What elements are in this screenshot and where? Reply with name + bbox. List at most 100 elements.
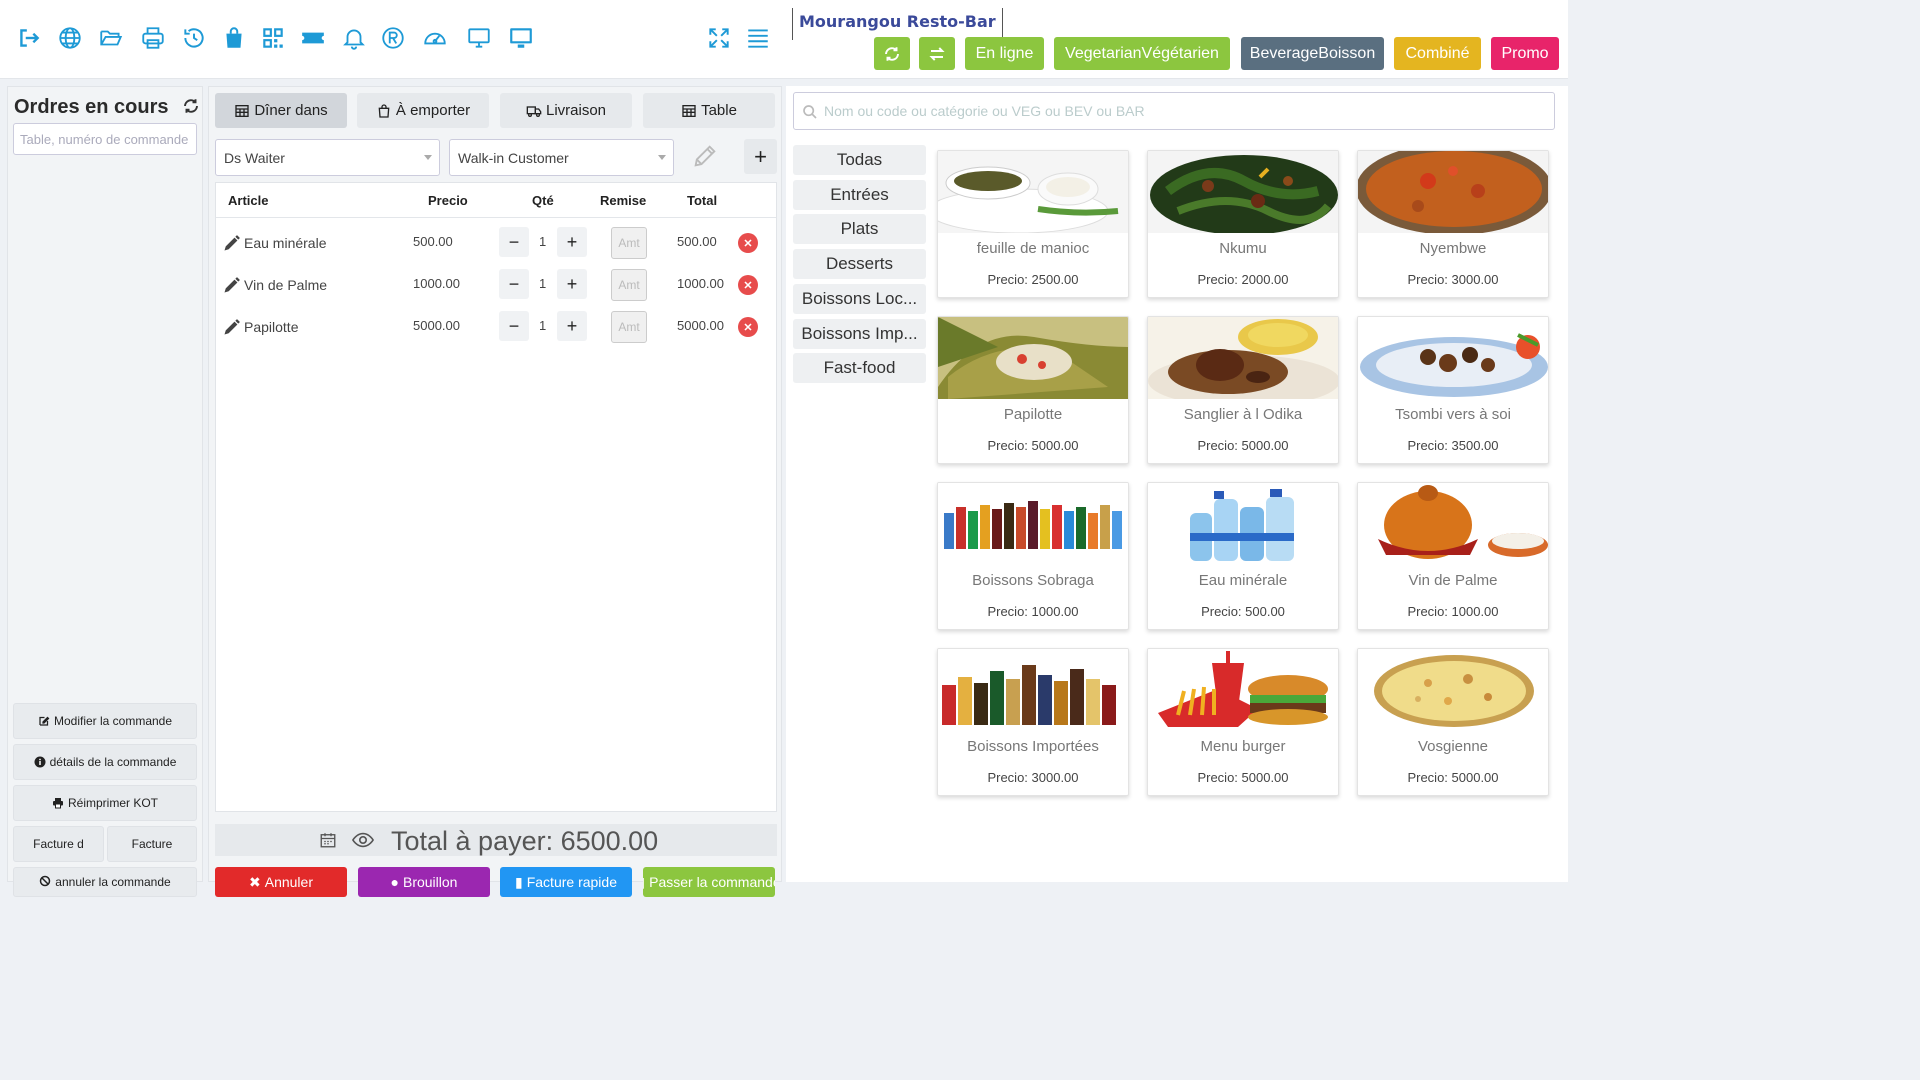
tab-delivery[interactable]: Livraison	[500, 93, 632, 128]
discount-input[interactable]: Amt	[611, 269, 647, 301]
product-card[interactable]: Boissons Sobraga Precio: 1000.00	[937, 482, 1129, 630]
exchange-icon	[929, 46, 945, 61]
product-card[interactable]: Vin de Palme Precio: 1000.00	[1357, 482, 1549, 630]
increase-qty-button[interactable]: +	[557, 227, 587, 257]
product-name: Boissons Importées	[967, 738, 1099, 755]
registered-icon[interactable]	[380, 25, 406, 51]
product-name: Nkumu	[1219, 240, 1267, 257]
category-mains[interactable]: Plats	[793, 214, 926, 244]
product-image	[1148, 483, 1338, 565]
tab-dine-in[interactable]: Dîner dans	[215, 93, 347, 128]
pencil-icon[interactable]	[222, 233, 242, 253]
product-card[interactable]: Vosgienne Precio: 5000.00	[1357, 648, 1549, 796]
menu-icon[interactable]	[745, 25, 771, 51]
product-card[interactable]: Eau minérale Precio: 500.00	[1147, 482, 1339, 630]
product-name: Vosgienne	[1417, 738, 1489, 755]
decrease-qty-button[interactable]: −	[499, 227, 529, 257]
speedometer-icon[interactable]	[422, 25, 448, 51]
cookie-icon: ●	[390, 874, 399, 890]
product-image	[1358, 483, 1548, 565]
product-price: Precio: 2500.00	[987, 272, 1079, 287]
product-price: Precio: 3000.00	[1407, 272, 1499, 287]
product-search-input[interactable]	[824, 94, 1544, 128]
pencil-icon[interactable]	[222, 317, 242, 337]
product-name: Boissons Sobraga	[972, 572, 1094, 589]
pencil-icon[interactable]	[222, 275, 242, 295]
product-card[interactable]: feuille de manioc Precio: 2500.00	[937, 150, 1129, 298]
invoice-d-button[interactable]: Facture d	[13, 826, 104, 862]
increase-qty-button[interactable]: +	[557, 269, 587, 299]
ban-icon	[40, 875, 51, 887]
combined-button[interactable]: Combiné	[1394, 37, 1481, 70]
order-details-button[interactable]: détails de la commande	[13, 744, 197, 780]
eye-icon[interactable]	[351, 830, 375, 850]
product-card[interactable]: Tsombi vers à soi Precio: 3500.00	[1357, 316, 1549, 464]
product-card[interactable]: Boissons Importées Precio: 3000.00	[937, 648, 1129, 796]
modify-order-label: Modifier la commande	[53, 714, 173, 728]
remove-item-icon[interactable]: ✕	[738, 317, 758, 337]
exchange-button[interactable]	[919, 37, 955, 70]
place-order-button[interactable]: ▮Passer la commande	[643, 867, 775, 897]
product-card[interactable]: Sanglier à l Odika Precio: 5000.00	[1147, 316, 1339, 464]
ticket-icon[interactable]	[300, 25, 326, 51]
discount-input[interactable]: Amt	[611, 227, 647, 259]
beverage-button[interactable]: BeverageBoisson	[1241, 37, 1384, 70]
bag-icon	[378, 103, 390, 118]
cancel-button[interactable]: ✖ Annuler	[215, 867, 347, 897]
product-card[interactable]: Nkumu Precio: 2000.00	[1147, 150, 1339, 298]
customer-select[interactable]: Walk-in Customer	[449, 139, 674, 176]
qr-code-icon[interactable]	[260, 25, 286, 51]
refresh-button[interactable]	[874, 37, 910, 70]
modify-order-button[interactable]: Modifier la commande	[13, 703, 197, 739]
folder-open-icon[interactable]	[98, 25, 124, 51]
remove-item-icon[interactable]: ✕	[738, 233, 758, 253]
online-button[interactable]: En ligne	[965, 37, 1044, 70]
refresh-icon[interactable]	[182, 97, 200, 115]
expand-icon[interactable]	[706, 25, 732, 51]
draft-button[interactable]: ● Brouillon	[358, 867, 490, 897]
discount-input[interactable]: Amt	[611, 311, 647, 343]
product-card[interactable]: Papilotte Precio: 5000.00	[937, 316, 1129, 464]
category-local-drinks[interactable]: Boissons Loc...	[793, 284, 926, 314]
quick-invoice-button[interactable]: ▮ Facture rapide	[500, 867, 632, 897]
product-search	[793, 92, 1555, 130]
waiter-select[interactable]: Ds Waiter	[215, 139, 440, 176]
reprint-kot-button[interactable]: Réimprimer KOT	[13, 785, 197, 821]
order-items-table: Article Precio Qté Remise Total Eau miné…	[215, 182, 777, 812]
printer-icon[interactable]	[140, 25, 166, 51]
item-name: Papilotte	[244, 319, 299, 335]
category-starters[interactable]: Entrées	[793, 180, 926, 210]
category-fast-food[interactable]: Fast-food	[793, 353, 926, 383]
decrease-qty-button[interactable]: −	[499, 311, 529, 341]
desktop-icon[interactable]	[466, 25, 492, 51]
history-icon[interactable]	[181, 25, 207, 51]
monitor-icon[interactable]	[508, 25, 534, 51]
category-all[interactable]: Todas	[793, 145, 926, 175]
sign-out-icon[interactable]	[16, 25, 42, 51]
category-desserts[interactable]: Desserts	[793, 249, 926, 279]
item-price: 1000.00	[413, 276, 460, 291]
bell-icon[interactable]	[341, 25, 367, 51]
increase-qty-button[interactable]: +	[557, 311, 587, 341]
remove-item-icon[interactable]: ✕	[738, 275, 758, 295]
promo-button[interactable]: Promo	[1491, 37, 1559, 70]
truck-icon	[526, 105, 542, 117]
draft-label: Brouillon	[402, 874, 458, 890]
shopping-bag-icon[interactable]	[221, 25, 247, 51]
product-image	[938, 649, 1128, 731]
calendar-icon[interactable]	[319, 831, 337, 849]
tab-takeaway[interactable]: À emporter	[357, 93, 489, 128]
category-imported-drinks[interactable]: Boissons Imp...	[793, 319, 926, 349]
product-card[interactable]: Menu burger Precio: 5000.00	[1147, 648, 1339, 796]
tab-table[interactable]: Table	[643, 93, 775, 128]
invoice-button[interactable]: Facture	[107, 826, 197, 862]
order-search-input[interactable]	[13, 123, 197, 155]
product-card[interactable]: Nyembwe Precio: 3000.00	[1357, 150, 1549, 298]
vegetarian-button[interactable]: VegetarianVégétarien	[1054, 37, 1230, 70]
add-customer-button[interactable]: +	[744, 139, 777, 174]
cancel-order-button[interactable]: annuler la commande	[13, 867, 197, 897]
globe-icon[interactable]	[57, 25, 83, 51]
product-price: Precio: 5000.00	[1407, 770, 1499, 785]
decrease-qty-button[interactable]: −	[499, 269, 529, 299]
edit-customer-icon[interactable]	[691, 142, 719, 170]
